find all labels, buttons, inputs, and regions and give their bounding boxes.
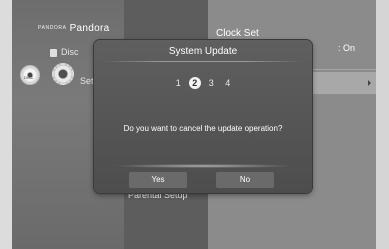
- clock-set-value: : On: [338, 43, 356, 53]
- step-4: 4: [225, 78, 231, 88]
- dialog-title: System Update: [168, 46, 238, 57]
- right-edge: [376, 0, 389, 249]
- step-indicator: 1 2 3 4: [94, 77, 312, 89]
- dialog-divider: [102, 61, 304, 62]
- system-update-dialog: System Update 1 2 3 4 Do you want to can…: [94, 40, 312, 193]
- step-3: 3: [208, 78, 214, 88]
- selected-row[interactable]: [310, 72, 376, 94]
- button-glow: [112, 164, 294, 168]
- disc-menu-icon: [50, 48, 57, 57]
- clock-set-label[interactable]: Clock Set: [216, 28, 259, 39]
- disc-icon[interactable]: DISC: [20, 65, 40, 85]
- menu-item-disc[interactable]: Disc: [50, 47, 79, 57]
- no-button[interactable]: No: [216, 172, 274, 188]
- chevron-right-icon: [368, 80, 371, 86]
- pandora-logo: PANDORA Pandora: [38, 23, 110, 34]
- settings-screen: PANDORA Pandora Disc Set DISC Parental Se…: [0, 0, 389, 249]
- step-1: 1: [175, 78, 181, 88]
- dialog-message: Do you want to cancel the update operati…: [123, 124, 283, 133]
- step-2-active: 2: [188, 77, 201, 89]
- yes-button[interactable]: Yes: [129, 172, 187, 188]
- menu-item-settings[interactable]: Set: [80, 76, 94, 86]
- gear-icon[interactable]: [52, 63, 74, 85]
